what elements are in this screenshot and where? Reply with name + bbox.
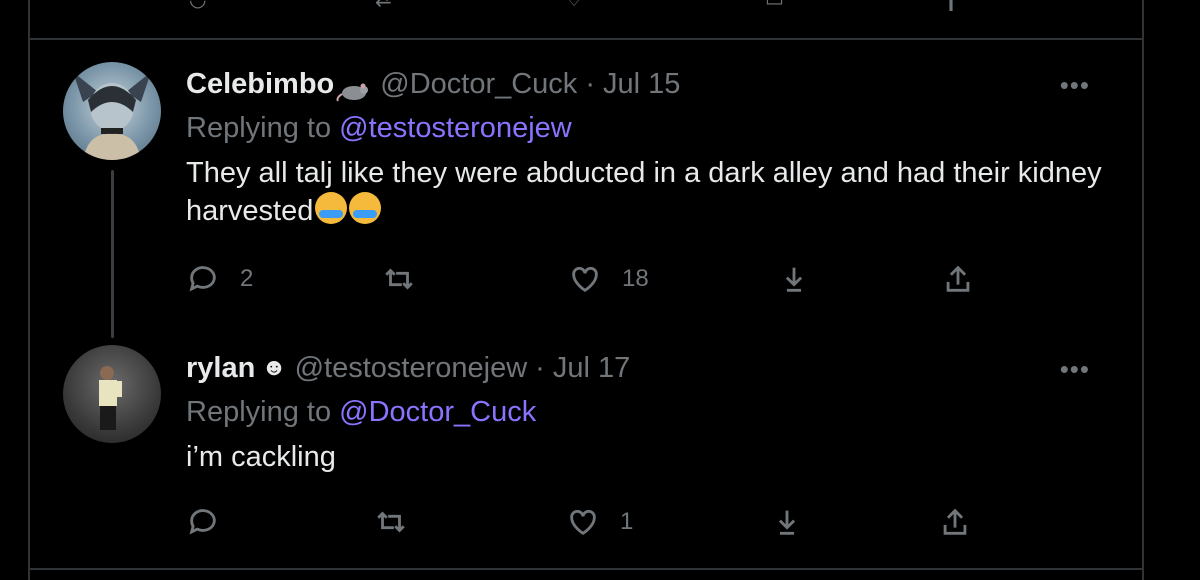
separator-dot: · xyxy=(585,67,595,100)
replying-to: Replying to @testosteronejew xyxy=(186,112,1126,148)
smiley-icon: ☻ xyxy=(261,354,287,381)
retweet-button[interactable] xyxy=(374,505,408,539)
reply-count: 2 xyxy=(240,265,254,292)
tweet-date[interactable]: Jul 17 xyxy=(553,352,630,385)
like-icon xyxy=(570,509,596,536)
username-handle[interactable]: @testosteronejew xyxy=(295,352,528,385)
like-icon xyxy=(572,266,598,293)
tweet[interactable]: Celebimbo @Doctor_Cuck · Jul 15 ••• Repl… xyxy=(186,66,1126,293)
like-count: 18 xyxy=(622,265,649,292)
replying-to-label: Replying to xyxy=(186,396,340,428)
more-options-icon[interactable]: ••• xyxy=(1060,70,1090,101)
like-button[interactable]: 18 xyxy=(568,262,649,296)
tweet-header: Celebimbo @Doctor_Cuck · Jul 15 xyxy=(186,66,1126,102)
tweet-text: They all talj like they were abducted in… xyxy=(186,154,1126,230)
download-button[interactable] xyxy=(777,262,811,296)
download-icon xyxy=(785,267,803,292)
retweet-icon xyxy=(377,511,405,533)
replying-to-mention[interactable]: @Doctor_Cuck xyxy=(339,396,536,428)
avatar[interactable] xyxy=(63,345,161,443)
column-border-left xyxy=(28,0,30,580)
tweet-thread: ◡ ⇄ ♡ ▭ ╽ Celebimbo @Doctor_Cuck · Jul 1… xyxy=(0,0,1200,580)
tweet-date[interactable]: Jul 15 xyxy=(603,68,680,101)
analytics-icon[interactable]: ╽ xyxy=(945,0,957,10)
avatar[interactable] xyxy=(63,62,161,160)
rat-icon xyxy=(336,77,370,102)
share-icon xyxy=(946,265,970,292)
reply-button[interactable]: 2 xyxy=(186,262,253,296)
tweet-text: i’m cackling xyxy=(186,438,1126,476)
more-options-icon[interactable]: ••• xyxy=(1060,354,1090,385)
tweet-text-content: i’m cackling xyxy=(186,441,336,473)
replying-to-label: Replying to xyxy=(186,112,340,144)
thread-connector xyxy=(111,170,114,338)
share-button[interactable] xyxy=(938,505,972,539)
tweet-actions: 1 xyxy=(186,505,1086,545)
retweet-icon[interactable]: ⇄ xyxy=(375,0,392,10)
reply-button[interactable] xyxy=(186,505,240,539)
loudly-crying-face-emoji xyxy=(349,192,382,224)
share-icon xyxy=(943,508,967,535)
display-name[interactable]: Celebimbo xyxy=(186,68,334,101)
username-handle[interactable]: @Doctor_Cuck xyxy=(380,68,577,101)
tweet[interactable]: rylan ☻ @testosteronejew · Jul 17 ••• Re… xyxy=(186,350,1126,536)
tweet-actions: 2 18 xyxy=(186,262,1086,302)
display-name[interactable]: rylan xyxy=(186,352,255,385)
reply-icon xyxy=(189,509,216,535)
loudly-crying-face-emoji xyxy=(315,192,348,224)
share-icon[interactable]: ▭ xyxy=(765,0,784,10)
reply-icon xyxy=(189,266,216,292)
like-icon[interactable]: ♡ xyxy=(565,0,583,10)
tweet-header: rylan ☻ @testosteronejew · Jul 17 xyxy=(186,350,1126,386)
previous-tweet-actions: ◡ ⇄ ♡ ▭ ╽ xyxy=(185,0,985,10)
download-button[interactable] xyxy=(770,505,804,539)
retweet-icon xyxy=(385,268,413,290)
reply-icon[interactable]: ◡ xyxy=(189,0,206,10)
retweet-button[interactable] xyxy=(382,262,416,296)
share-button[interactable] xyxy=(941,262,975,296)
divider-bottom xyxy=(28,568,1144,570)
replying-to-mention[interactable]: @testosteronejew xyxy=(339,112,572,144)
like-button[interactable]: 1 xyxy=(566,505,633,539)
divider-top xyxy=(28,38,1144,40)
column-border-right xyxy=(1142,0,1144,580)
separator-dot: · xyxy=(535,351,545,384)
like-count: 1 xyxy=(620,508,634,535)
replying-to: Replying to @Doctor_Cuck xyxy=(186,396,1126,432)
download-icon xyxy=(778,510,796,535)
